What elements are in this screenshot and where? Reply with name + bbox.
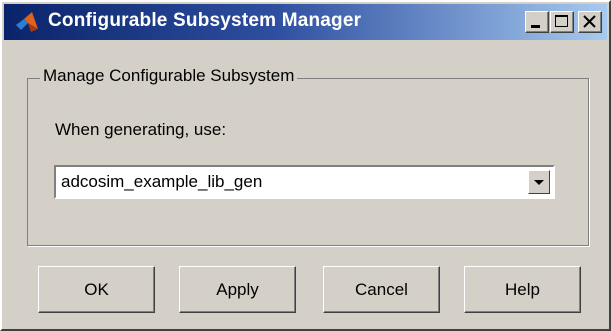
generation-prompt-label: When generating, use: [55,120,227,139]
group-title: Manage Configurable Subsystem [40,66,298,86]
ok-button[interactable]: OK [38,266,155,313]
maximize-button[interactable] [550,11,574,33]
close-icon [583,15,596,28]
maximize-icon [555,15,568,27]
dropdown-button[interactable] [528,170,550,194]
minimize-icon [531,25,540,28]
dialog-window: Configurable Subsystem Manager Manage Co… [0,0,611,331]
subsystem-select[interactable]: adcosim_example_lib_gen [54,165,555,199]
manage-group-box [27,78,589,246]
chevron-down-icon [534,180,544,185]
title-bar[interactable]: Configurable Subsystem Manager [4,4,607,40]
help-button[interactable]: Help [464,266,581,313]
close-button[interactable] [578,11,602,33]
apply-button[interactable]: Apply [179,266,296,313]
select-value: adcosim_example_lib_gen [61,172,263,191]
minimize-button[interactable] [525,11,549,33]
matlab-icon [14,10,40,34]
window-title: Configurable Subsystem Manager [48,10,362,31]
cancel-button[interactable]: Cancel [323,266,440,313]
